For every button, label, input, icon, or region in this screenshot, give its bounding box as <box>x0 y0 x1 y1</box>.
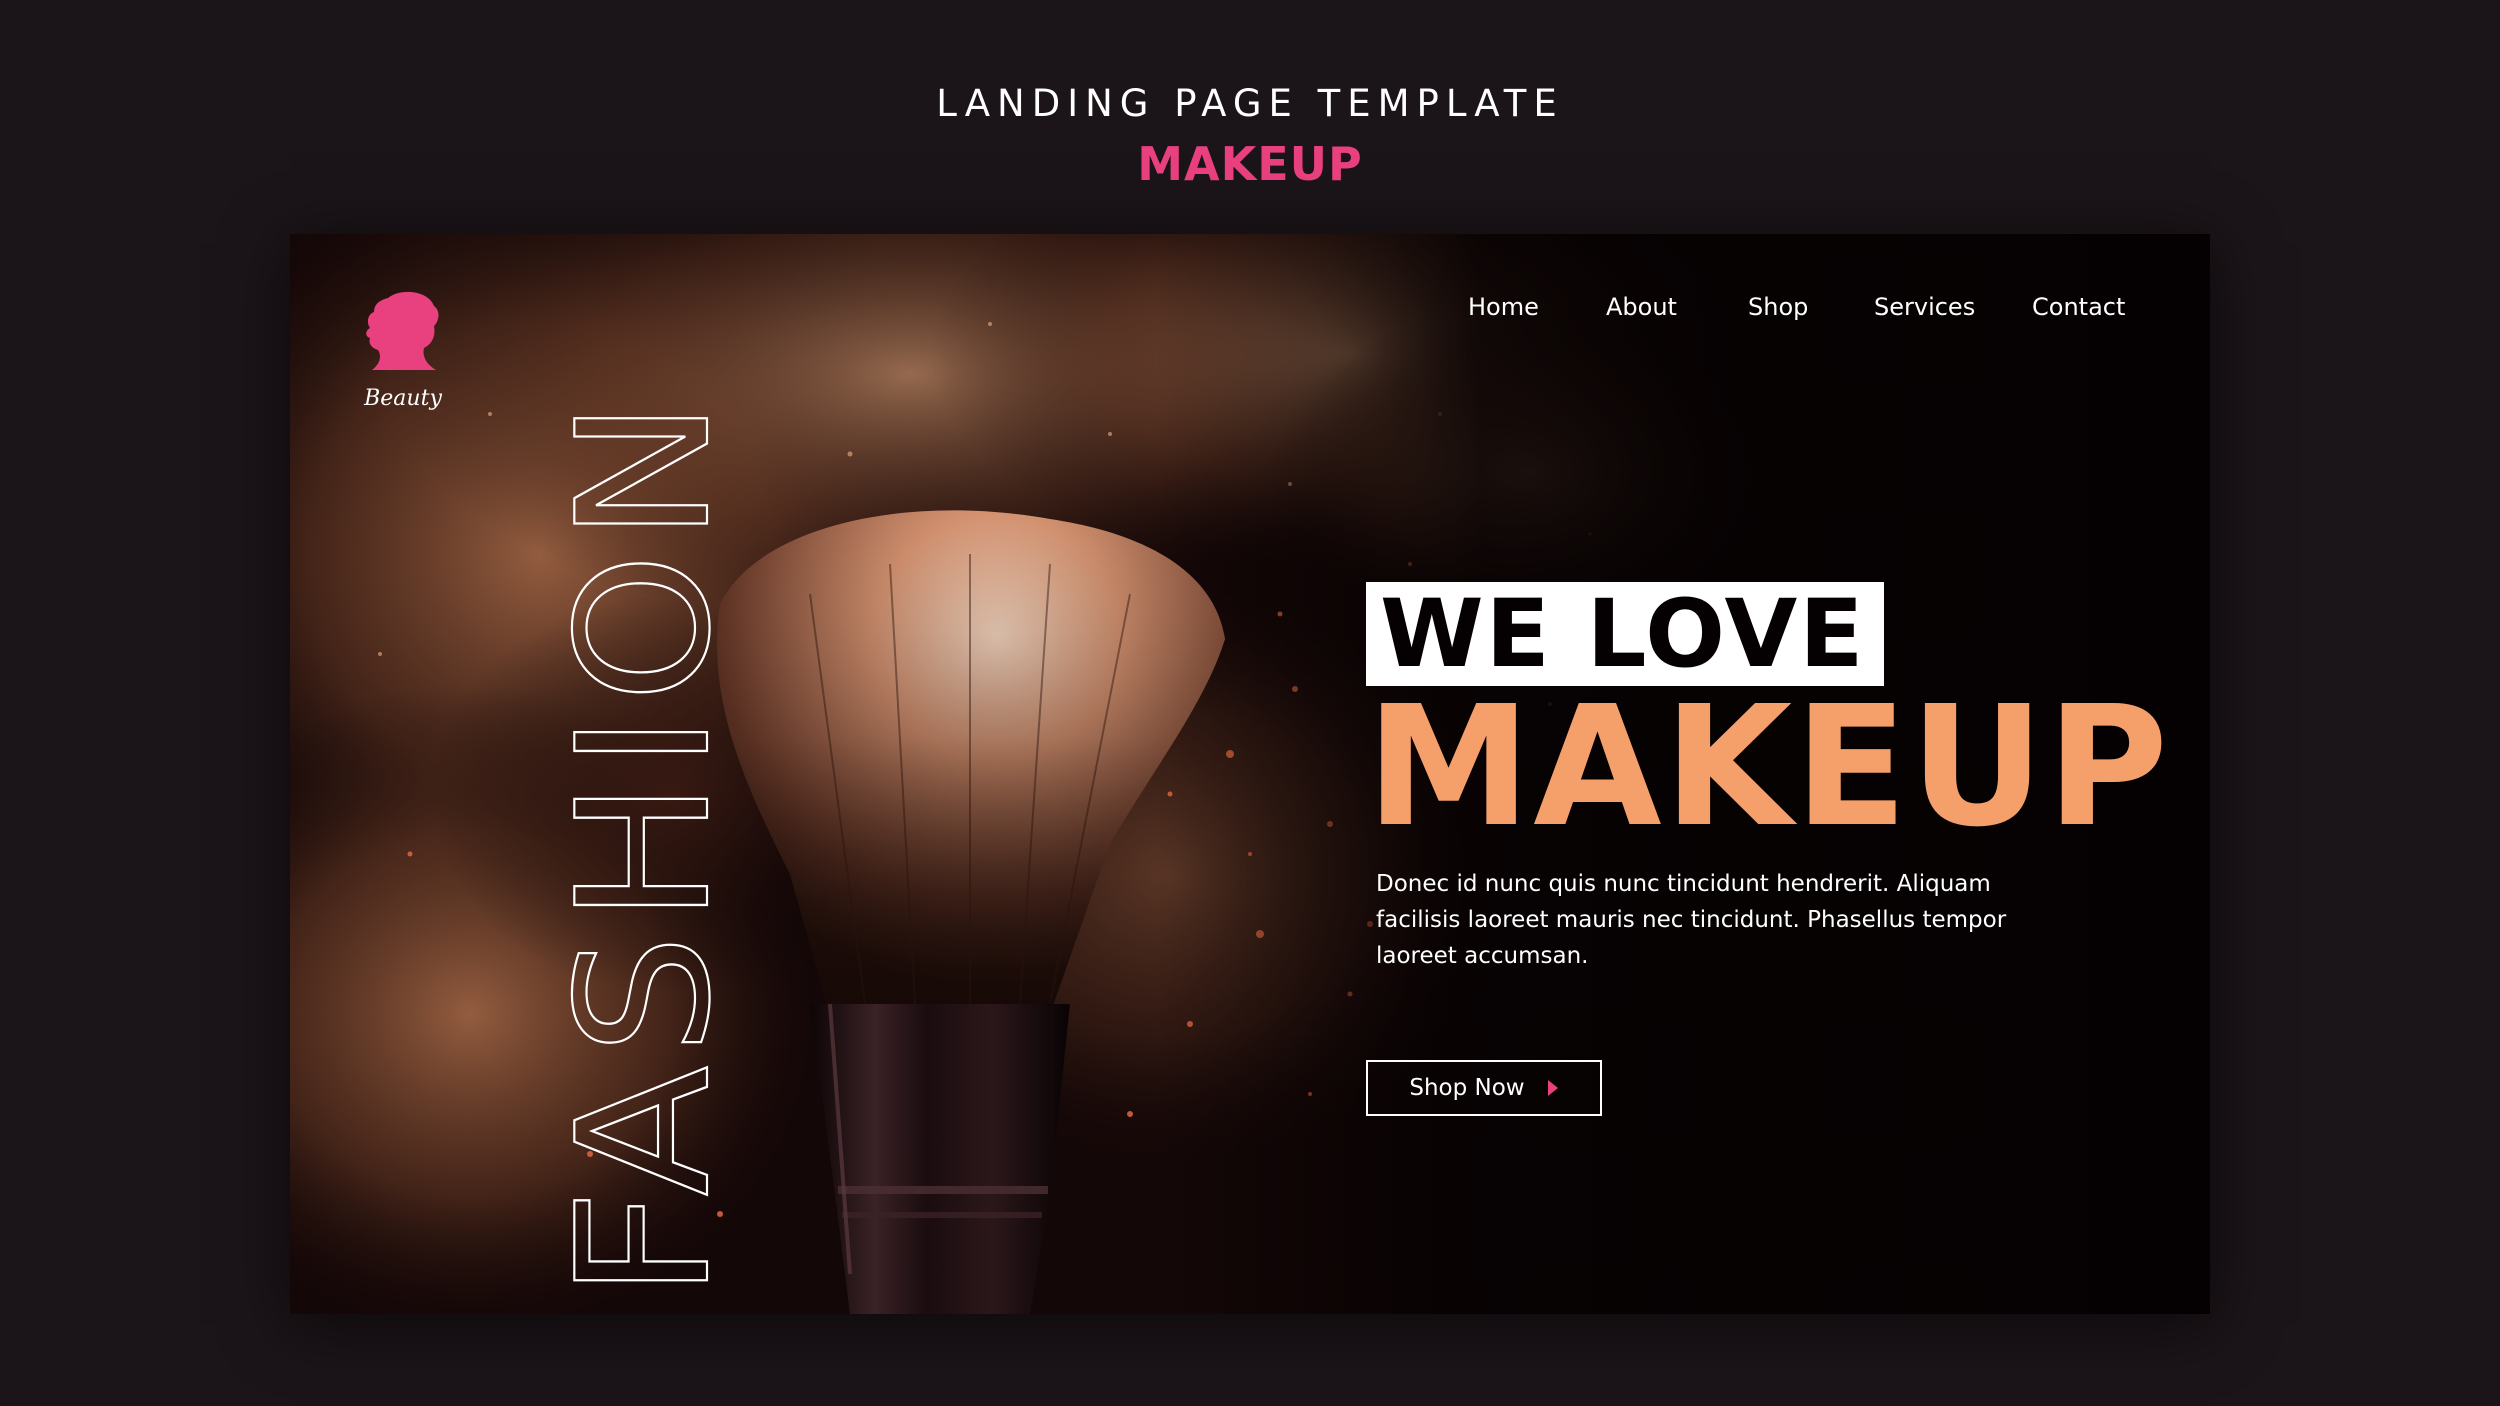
woman-silhouette-icon <box>366 291 439 370</box>
hero-description: Donec id nunc quis nunc tincidunt hendre… <box>1376 871 2007 969</box>
hero-tagline: WE LOVE <box>1380 580 1866 689</box>
hero-copy: WE LOVE MAKEUP Donec id nunc quis nunc t… <box>1366 580 2171 974</box>
template-subtitle: MAKEUP <box>1137 137 1363 191</box>
logo[interactable]: Beauty <box>348 286 458 411</box>
main-nav: Home About Shop Services Contact <box>1460 282 2160 332</box>
nav-item-contact[interactable]: Contact <box>2032 282 2125 332</box>
nav-item-shop[interactable]: Shop <box>1748 282 1808 332</box>
nav-item-services[interactable]: Services <box>1874 282 1975 332</box>
template-header: LANDING PAGE TEMPLATE MAKEUP <box>0 76 2500 194</box>
nav-item-home[interactable]: Home <box>1468 282 1539 332</box>
fashion-vertical-word: FASHION <box>555 388 725 1300</box>
shop-now-button[interactable]: Shop Now <box>1366 1060 1602 1116</box>
caret-right-icon <box>1547 1080 1558 1096</box>
hero-headline: MAKEUP <box>1366 671 2171 864</box>
fashion-text: FASHION <box>555 389 725 1299</box>
nav-item-about[interactable]: About <box>1606 282 1677 332</box>
template-title: LANDING PAGE TEMPLATE <box>936 82 1564 125</box>
logo-label: Beauty <box>364 386 442 411</box>
shop-now-label: Shop Now <box>1409 1075 1525 1101</box>
landing-page-preview: Beauty Home About Shop Services Contact … <box>290 234 2210 1314</box>
